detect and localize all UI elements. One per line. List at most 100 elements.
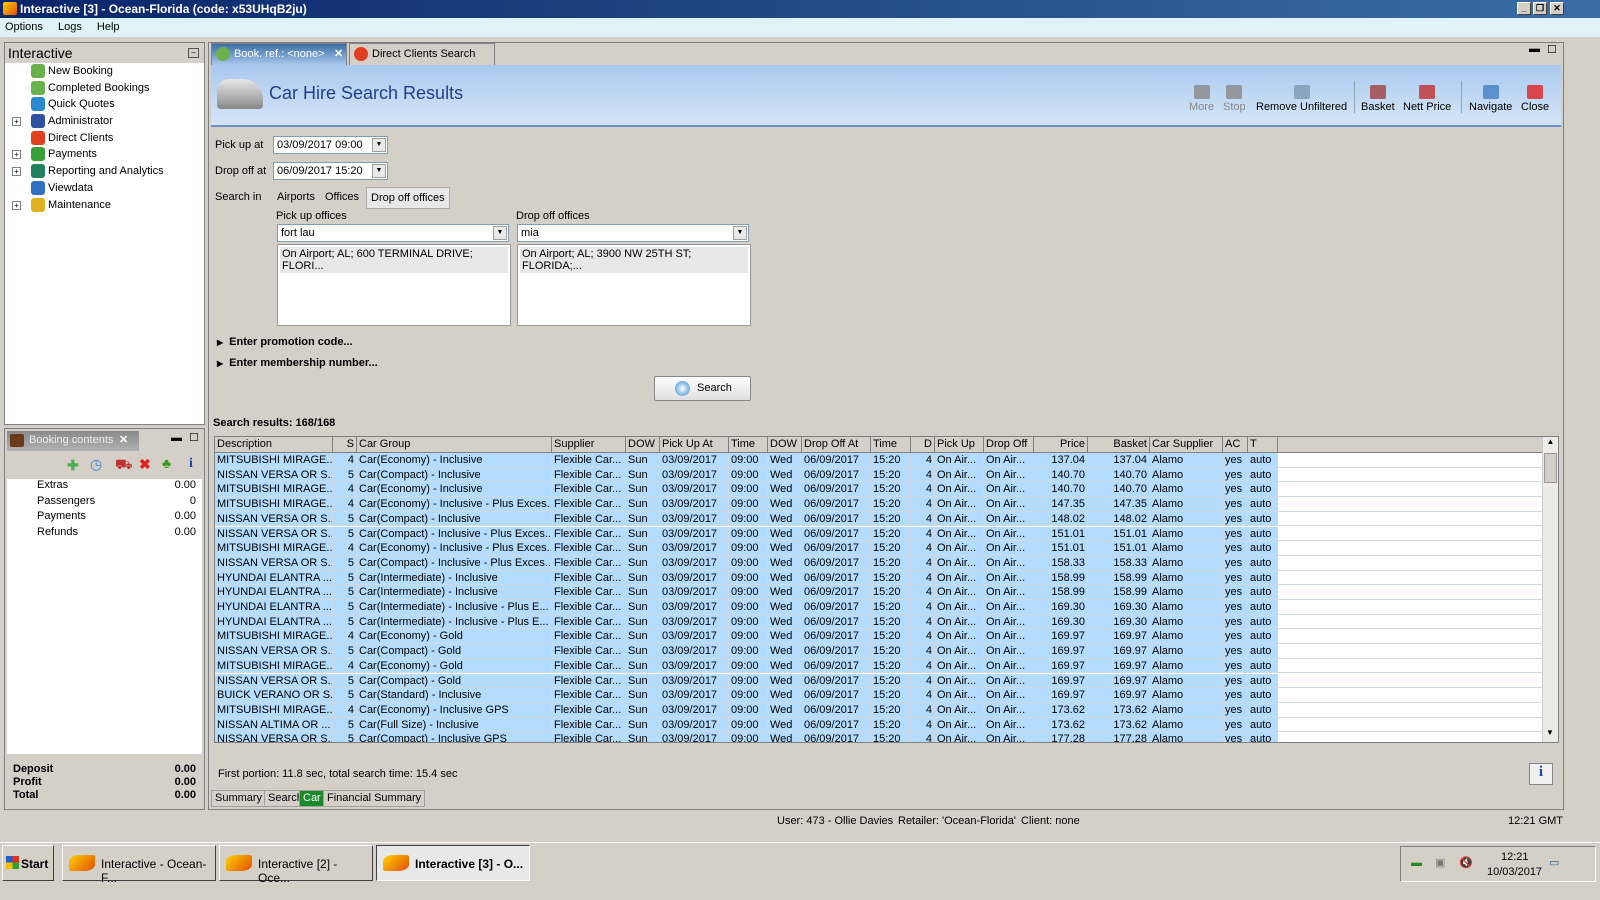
nav-item-completed-bookings[interactable]: Completed Bookings [5, 80, 204, 97]
pickup-offices-list[interactable]: On Airport; AL; 600 TERMINAL DRIVE; FLOR… [277, 244, 511, 326]
column-header-car-supplier[interactable]: Car Supplier [1150, 437, 1223, 453]
minimize-pane-icon[interactable]: ▬ [1529, 43, 1540, 55]
bottom-tab-car[interactable]: Car [299, 790, 325, 807]
chevron-down-icon[interactable]: ▼ [493, 226, 507, 240]
nav-item-payments[interactable]: + Payments [5, 146, 204, 163]
clock-refresh-icon[interactable]: ◷ [90, 456, 102, 473]
chevron-down-icon[interactable]: ▼ [372, 138, 386, 152]
membership-number-expander[interactable]: ▶ Enter membership number... [217, 357, 378, 369]
volume-muted-icon[interactable]: 🔇 [1459, 856, 1473, 869]
column-header-drop-off-at[interactable]: Drop Off At [802, 437, 871, 453]
expand-icon[interactable]: + [12, 117, 21, 127]
search-in-drop-off-offices[interactable]: Drop off offices [366, 187, 450, 209]
column-header-dow[interactable]: DOW [768, 437, 802, 453]
column-header-pick-up[interactable]: Pick Up [935, 437, 984, 453]
toolbar-nett-price-button[interactable]: Nett Price [1403, 85, 1451, 113]
nav-item-maintenance[interactable]: + Maintenance [5, 197, 204, 214]
info-icon[interactable]: i [189, 456, 193, 472]
info-button[interactable]: i [1529, 763, 1553, 785]
chevron-down-icon[interactable]: ▼ [733, 226, 747, 240]
basket-move-icon[interactable]: ⛟ [115, 456, 133, 475]
scroll-up-icon[interactable]: ▲ [1543, 437, 1558, 451]
booking-contents-tab[interactable]: Booking contents ✕ [7, 431, 139, 451]
maximize-pane-icon[interactable]: ☐ [1547, 43, 1557, 56]
close-window-button[interactable]: ✕ [1550, 2, 1564, 15]
toolbar-navigate-button[interactable]: Navigate [1469, 85, 1512, 113]
menu-options[interactable]: Options [5, 21, 43, 33]
cell: On Air... [935, 453, 984, 468]
column-header-description[interactable]: Description [215, 437, 333, 453]
menu-logs[interactable]: Logs [58, 21, 82, 33]
nav-item-new-booking[interactable]: New Booking [5, 63, 204, 80]
nav-item-reporting-and-analytics[interactable]: + Reporting and Analytics [5, 163, 204, 180]
taskbar-item[interactable]: Interactive [3] - O... [376, 845, 530, 881]
pickup-office-item[interactable]: On Airport; AL; 600 TERMINAL DRIVE; FLOR… [280, 247, 508, 273]
search-button[interactable]: Search [654, 376, 751, 401]
column-header-s[interactable]: S [333, 437, 357, 453]
maximize-panel-icon[interactable]: ☐ [189, 431, 199, 444]
dropoff-offices-list[interactable]: On Airport; AL; 3900 NW 25TH ST; FLORIDA… [517, 244, 751, 326]
dropoff-datetime-field[interactable]: 06/09/2017 15:20 ▼ [273, 162, 388, 180]
column-header-time[interactable]: Time [729, 437, 768, 453]
cell: 03/09/2017 [660, 555, 729, 571]
search-in-airports[interactable]: Airports [277, 191, 315, 203]
expand-icon[interactable]: + [12, 150, 21, 160]
search-in-offices[interactable]: Offices [325, 191, 359, 203]
scroll-down-icon[interactable]: ▼ [1543, 728, 1557, 742]
network-icon[interactable]: ▬ [1411, 857, 1422, 869]
expand-icon[interactable]: + [12, 200, 21, 210]
column-header-t[interactable]: T [1248, 437, 1278, 453]
promotion-code-expander[interactable]: ▶ Enter promotion code... [217, 336, 353, 348]
toolbar-close-button[interactable]: Close [1521, 85, 1549, 113]
vertical-scrollbar[interactable]: ▲ ▼ [1542, 437, 1558, 742]
column-header-car-group[interactable]: Car Group [357, 437, 552, 453]
cell-filler [1278, 511, 1548, 527]
nav-item-direct-clients[interactable]: Direct Clients [5, 130, 204, 147]
menu-help[interactable]: Help [97, 21, 120, 33]
cell-filler [1278, 629, 1548, 645]
restore-button[interactable]: ❐ [1533, 2, 1547, 15]
chevron-down-icon[interactable]: ▼ [372, 164, 386, 178]
taskbar-item[interactable]: Interactive - Ocean-F... [62, 845, 216, 885]
total-value: 0.00 [174, 763, 196, 775]
toolbar-basket-button[interactable]: Basket [1361, 85, 1395, 113]
column-header-pick-up-at[interactable]: Pick Up At [660, 437, 729, 453]
start-button[interactable]: Start [2, 845, 54, 881]
close-tab-icon[interactable]: ✕ [119, 433, 128, 446]
nav-item-administrator[interactable]: + Administrator [5, 113, 204, 130]
dropoff-office-item[interactable]: On Airport; AL; 3900 NW 25TH ST; FLORIDA… [520, 247, 748, 273]
dropoff-offices-input[interactable]: mia ▼ [517, 224, 749, 242]
toolbar-remove-unfiltered-button[interactable]: Remove Unfiltered [1256, 85, 1347, 113]
cell: 4 [911, 600, 935, 615]
column-header-d[interactable]: D [911, 437, 935, 453]
device-icon[interactable]: ▣ [1435, 856, 1445, 869]
taskbar-item[interactable]: Interactive [2] - Oce... [219, 845, 373, 885]
nav-item-viewdata[interactable]: Viewdata [5, 180, 204, 197]
tab-direct-clients-search[interactable]: Direct Clients Search [349, 43, 495, 65]
booking-contents-panel: Booking contents ✕ ▬ ☐ ✚ ◷ ⛟ ✖ ♣ i Extra… [4, 428, 205, 810]
column-header-time[interactable]: Time [871, 437, 911, 453]
pickup-offices-input[interactable]: fort lau ▼ [277, 224, 509, 242]
delete-icon[interactable]: ✖ [139, 456, 151, 473]
minimize-button[interactable]: _ [1517, 2, 1531, 15]
expand-icon[interactable]: + [12, 167, 21, 177]
palm-tree-icon[interactable]: ♣ [162, 455, 171, 471]
nav-item-quick-quotes[interactable]: Quick Quotes [5, 96, 204, 113]
minimize-panel-icon[interactable]: ▬ [171, 432, 182, 444]
column-header-ac[interactable]: AC [1223, 437, 1248, 453]
column-header-price[interactable]: Price [1034, 437, 1088, 453]
column-header-drop-off[interactable]: Drop Off [984, 437, 1034, 453]
close-tab-icon[interactable]: ✕ [334, 47, 343, 60]
column-header-dow[interactable]: DOW [626, 437, 660, 453]
bottom-tab-summary[interactable]: Summary [211, 790, 267, 807]
show-desktop-icon[interactable]: ▭ [1549, 856, 1559, 869]
tab-booking-ref[interactable]: Book. ref.: <none> ✕ [211, 43, 347, 65]
bottom-tab-financial-summary[interactable]: Financial Summary [323, 790, 426, 807]
add-icon[interactable]: ✚ [67, 457, 79, 474]
column-header-supplier[interactable]: Supplier [552, 437, 626, 453]
scrollbar-thumb[interactable] [1544, 453, 1557, 483]
column-header-basket[interactable]: Basket [1088, 437, 1150, 453]
collapse-icon[interactable]: – [188, 48, 199, 58]
clock-date: 10/03/2017 [1487, 866, 1543, 878]
pickup-datetime-field[interactable]: 03/09/2017 09:00 ▼ [273, 136, 388, 154]
